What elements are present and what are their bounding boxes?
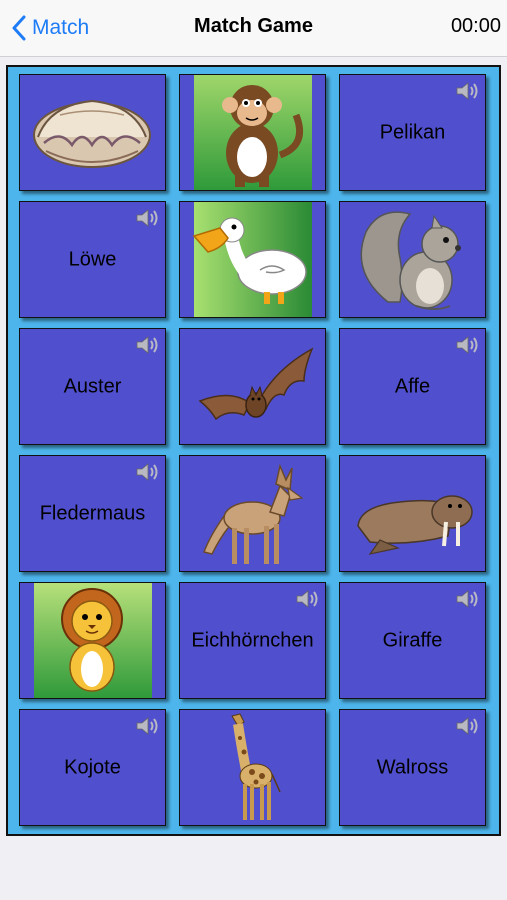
card-word-label: Giraffe [382,629,443,651]
walrus-image [357,495,473,555]
speaker-icon[interactable] [295,589,319,609]
lion-image [34,583,152,698]
card-word-fledermaus[interactable]: Fledermaus [19,455,166,572]
card-word-auster[interactable]: Auster [19,328,166,445]
game-timer: 00:00 [450,15,501,37]
pelican-image [192,202,312,317]
card-word-label: Fledermaus [39,502,146,524]
card-word-eichhoernchen[interactable]: Eichhörnchen [179,582,326,699]
card-word-giraffe[interactable]: Giraffe [339,582,486,699]
card-squirrel-image[interactable] [339,201,486,318]
card-word-label: Affe [394,375,431,397]
game-board: Pelikan Löwe Auster Affe Fledermaus Eich… [6,65,501,836]
card-oyster-image[interactable] [19,74,166,191]
card-walrus-image[interactable] [339,455,486,572]
speaker-icon[interactable] [135,335,159,355]
monkey-image [194,75,312,190]
card-word-label: Auster [63,375,122,397]
giraffe-image [231,713,281,820]
card-word-label: Pelikan [379,121,446,143]
speaker-icon[interactable] [455,589,479,609]
speaker-icon[interactable] [455,81,479,101]
speaker-icon[interactable] [455,335,479,355]
speaker-icon[interactable] [135,462,159,482]
oyster-image [33,99,151,168]
card-coyote-image[interactable] [179,455,326,572]
navigation-bar: Match Match Game 00:00 [0,0,507,57]
card-pelican-image[interactable] [179,201,326,318]
card-word-kojote[interactable]: Kojote [19,709,166,826]
speaker-icon[interactable] [135,716,159,736]
card-word-label: Löwe [68,248,117,270]
card-bat-image[interactable] [179,328,326,445]
card-monkey-image[interactable] [179,74,326,191]
card-word-pelikan[interactable]: Pelikan [339,74,486,191]
card-word-label: Walross [376,756,449,778]
card-giraffe-image[interactable] [179,709,326,826]
speaker-icon[interactable] [135,208,159,228]
squirrel-image [360,211,461,310]
card-word-label: Kojote [64,756,121,778]
card-word-label: Eichhörnchen [191,629,314,651]
speaker-icon[interactable] [455,716,479,736]
card-word-affe[interactable]: Affe [339,328,486,445]
bat-image [198,347,314,421]
card-word-loewe[interactable]: Löwe [19,201,166,318]
page-title: Match Game [194,15,313,37]
card-word-walross[interactable]: Walross [339,709,486,826]
coyote-image [203,463,304,564]
card-lion-image[interactable] [19,582,166,699]
